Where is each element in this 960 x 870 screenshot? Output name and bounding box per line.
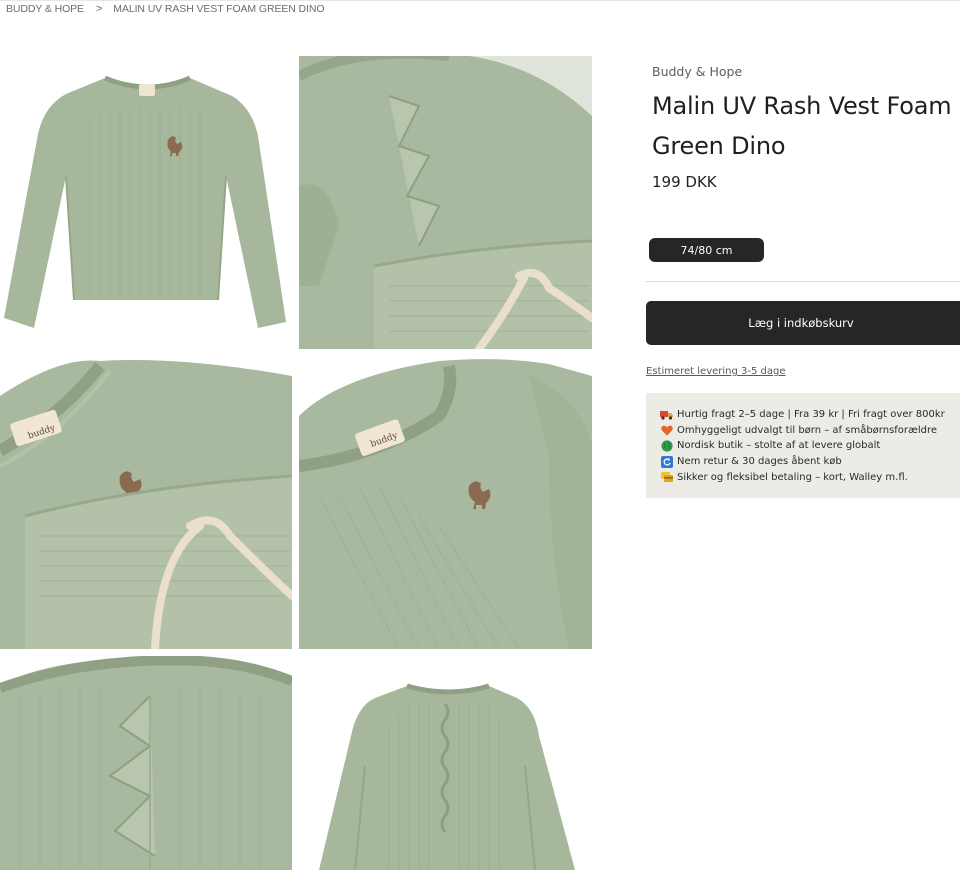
usp-item-shipping: Hurtig fragt 2–5 dage | Fra 39 kr | Fri …: [660, 407, 960, 423]
secure-payment-icon: [660, 471, 673, 483]
product-gallery: buddy buddy: [0, 0, 600, 870]
product-image-front[interactable]: [0, 56, 292, 348]
product-image-spikes-closeup[interactable]: [0, 656, 292, 870]
brand-link[interactable]: Buddy & Hope: [652, 64, 742, 79]
return-icon: [660, 455, 673, 468]
usp-text: Nordisk butik – stolte af at levere glob…: [677, 440, 881, 452]
product-price: 199 DKK: [652, 173, 717, 191]
usp-text: Sikker og fleksibel betaling – kort, Wal…: [677, 471, 908, 483]
usp-item-returns: Nem retur & 30 dages åbent køb: [660, 454, 960, 470]
usp-text: Hurtig fragt 2–5 dage | Fra 39 kr | Fri …: [677, 409, 945, 421]
usp-text: Nem retur & 30 dages åbent køb: [677, 456, 842, 468]
usp-item-payment: Sikker og fleksibel betaling – kort, Wal…: [660, 469, 960, 485]
product-image-front-closeup[interactable]: buddy: [0, 356, 292, 649]
divider: [646, 281, 960, 282]
usp-item-curated: Omhyggeligt udvalgt til børn – af småbør…: [660, 423, 960, 439]
globe-icon: [660, 440, 673, 452]
usp-text: Omhyggeligt udvalgt til børn – af småbør…: [677, 424, 938, 436]
usp-list: Hurtig fragt 2–5 dage | Fra 39 kr | Fri …: [646, 393, 960, 498]
product-image-back-closeup[interactable]: [299, 56, 592, 349]
product-image-chest-closeup[interactable]: buddy: [299, 356, 592, 649]
product-image-back[interactable]: [299, 656, 592, 870]
size-option-selected[interactable]: 74/80 cm: [649, 238, 764, 262]
product-title: Malin UV Rash Vest Foam Green Dino: [652, 92, 952, 160]
heart-icon: [660, 424, 673, 436]
usp-item-nordic: Nordisk butik – stolte af at levere glob…: [660, 438, 960, 454]
delivery-estimate-link[interactable]: Estimeret levering 3-5 dage: [646, 366, 786, 377]
truck-icon: [660, 409, 673, 421]
add-to-cart-button[interactable]: Læg i indkøbskurv: [646, 301, 960, 345]
